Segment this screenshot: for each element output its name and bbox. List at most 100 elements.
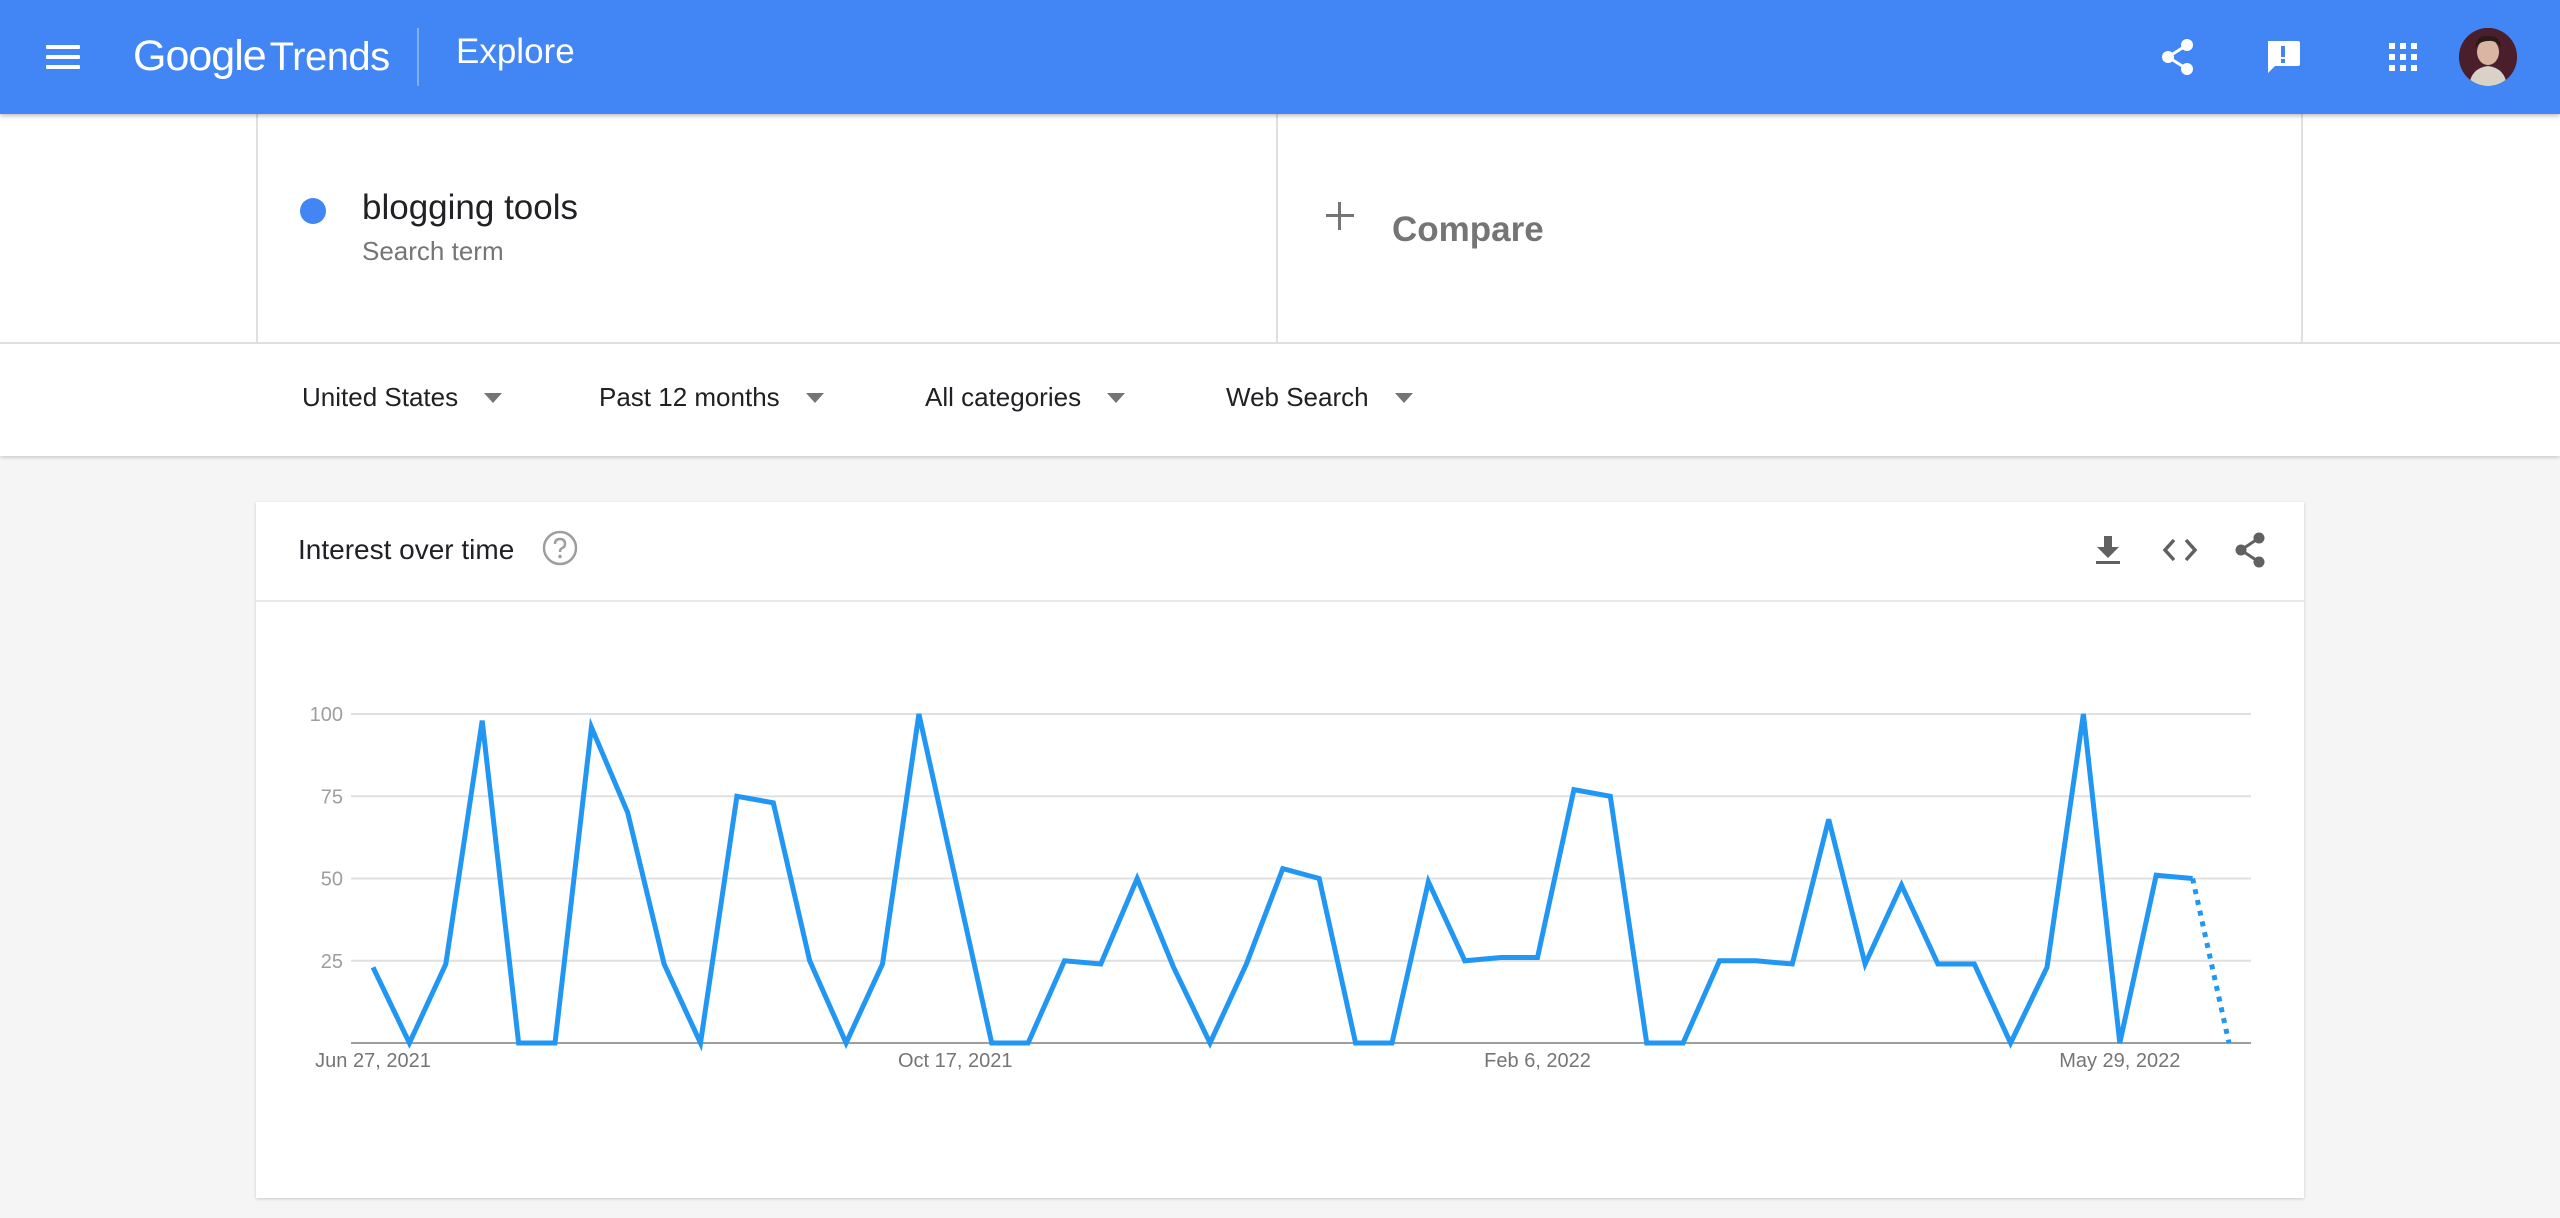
data-point[interactable] [2007, 1039, 2015, 1047]
filter-time-range-dropdown[interactable]: Past 12 months [599, 382, 824, 413]
data-point[interactable] [951, 875, 959, 883]
caret-down-icon [1107, 392, 1126, 403]
data-point[interactable] [1206, 1039, 1214, 1047]
filter-label: United States [302, 382, 459, 412]
x-tick-label: Jun 27, 2021 [315, 1050, 431, 1072]
search-term-text[interactable]: blogging tools [362, 188, 578, 228]
data-point[interactable] [1060, 957, 1068, 965]
data-point[interactable] [2225, 1039, 2233, 1047]
data-point[interactable] [1534, 953, 1542, 961]
interest-over-time-chart[interactable]: 25 50 75 100 Jun 27, 2021 Oct 17, 2021 Feb 6, … [256, 600, 2304, 1198]
y-tick-label: 75 [321, 786, 343, 808]
data-point[interactable] [1133, 875, 1141, 883]
avatar[interactable] [2459, 28, 2517, 86]
search-terms-bar: blogging tools Search term Compare [0, 114, 2560, 344]
filter-label: Past 12 months [599, 382, 780, 412]
y-tick-label: 50 [321, 869, 343, 891]
download-icon[interactable] [2086, 528, 2130, 572]
header-divider [417, 28, 419, 86]
y-tick-label: 100 [310, 704, 343, 726]
data-point[interactable] [1570, 786, 1578, 794]
data-point[interactable] [624, 809, 632, 817]
data-point[interactable] [1897, 881, 1905, 889]
search-term-card[interactable]: blogging tools Search term [256, 114, 1278, 342]
plus-icon [1326, 202, 1354, 230]
caret-down-icon [484, 392, 503, 403]
data-point[interactable] [478, 717, 486, 725]
caret-down-icon [1394, 392, 1413, 403]
data-point[interactable] [442, 960, 450, 968]
data-point[interactable] [1643, 1039, 1651, 1047]
data-point[interactable] [1242, 960, 1250, 968]
caret-down-icon [805, 392, 824, 403]
data-point[interactable] [769, 799, 777, 807]
data-point[interactable] [1388, 1039, 1396, 1047]
feedback-icon[interactable] [2255, 29, 2311, 85]
top-app-bar: Google Trends Explore [0, 0, 2560, 114]
data-point[interactable] [369, 963, 377, 971]
data-point[interactable] [1097, 960, 1105, 968]
card-title: Interest over time [298, 534, 515, 565]
data-point[interactable] [1315, 875, 1323, 883]
embed-icon[interactable] [2158, 528, 2202, 572]
data-point[interactable] [587, 723, 595, 731]
logo-google-text: Google [133, 32, 267, 80]
compare-label: Compare [1392, 210, 1544, 249]
filter-label: All categories [925, 382, 1082, 412]
data-point[interactable] [1024, 1039, 1032, 1047]
google-trends-logo[interactable]: Google Trends [133, 32, 390, 84]
x-tick-label: Feb 6, 2022 [1484, 1050, 1591, 1072]
data-point[interactable] [1352, 1039, 1360, 1047]
data-point[interactable] [1279, 865, 1287, 873]
data-point[interactable] [2079, 710, 2087, 718]
data-point[interactable] [1170, 963, 1178, 971]
data-point[interactable] [842, 1039, 850, 1047]
search-term-type: Search term [362, 236, 504, 266]
filter-category-dropdown[interactable]: All categories [925, 382, 1126, 413]
compare-button[interactable]: Compare [1278, 114, 2303, 342]
x-tick-label: Oct 17, 2021 [898, 1050, 1013, 1072]
filter-search-type-dropdown[interactable]: Web Search [1226, 382, 1413, 413]
data-point[interactable] [1716, 957, 1724, 965]
data-point[interactable] [405, 1039, 413, 1047]
term-color-dot [300, 198, 326, 224]
data-point[interactable] [1679, 1039, 1687, 1047]
filter-region-dropdown[interactable]: United States [302, 382, 503, 413]
help-icon[interactable] [542, 530, 578, 566]
data-point[interactable] [660, 960, 668, 968]
x-tick-label: May 29, 2022 [2059, 1050, 2180, 1072]
data-point[interactable] [2116, 1039, 2124, 1047]
data-point[interactable] [915, 710, 923, 718]
data-point[interactable] [515, 1039, 523, 1047]
data-point[interactable] [2043, 963, 2051, 971]
data-point[interactable] [1788, 960, 1796, 968]
data-point[interactable] [878, 960, 886, 968]
interest-over-time-card: Interest over time 25 50 75 100 Jun 27, … [256, 502, 2304, 1198]
logo-trends-text: Trends [269, 35, 391, 79]
data-point[interactable] [1825, 815, 1833, 823]
data-point[interactable] [697, 1039, 705, 1047]
data-point[interactable] [2189, 875, 2197, 883]
data-point[interactable] [1606, 792, 1614, 800]
y-tick-label: 25 [321, 951, 343, 973]
card-header: Interest over time [256, 502, 2304, 602]
data-point[interactable] [1461, 957, 1469, 965]
data-point[interactable] [551, 1039, 559, 1047]
filter-label: Web Search [1226, 382, 1369, 412]
filters-bar: United States Past 12 months All categor… [0, 344, 2560, 456]
apps-grid-icon[interactable] [2375, 29, 2431, 85]
data-point[interactable] [1934, 960, 1942, 968]
data-point[interactable] [1970, 960, 1978, 968]
share-icon[interactable] [2150, 29, 2206, 85]
data-point[interactable] [988, 1039, 996, 1047]
data-point[interactable] [1497, 953, 1505, 961]
data-point[interactable] [1752, 957, 1760, 965]
data-point[interactable] [806, 957, 814, 965]
data-point[interactable] [1424, 878, 1432, 886]
data-point[interactable] [733, 792, 741, 800]
menu-icon[interactable] [46, 42, 80, 72]
share-icon[interactable] [2228, 528, 2272, 572]
data-point[interactable] [2152, 871, 2160, 879]
data-point[interactable] [1861, 960, 1869, 968]
page-title: Explore [456, 32, 575, 71]
